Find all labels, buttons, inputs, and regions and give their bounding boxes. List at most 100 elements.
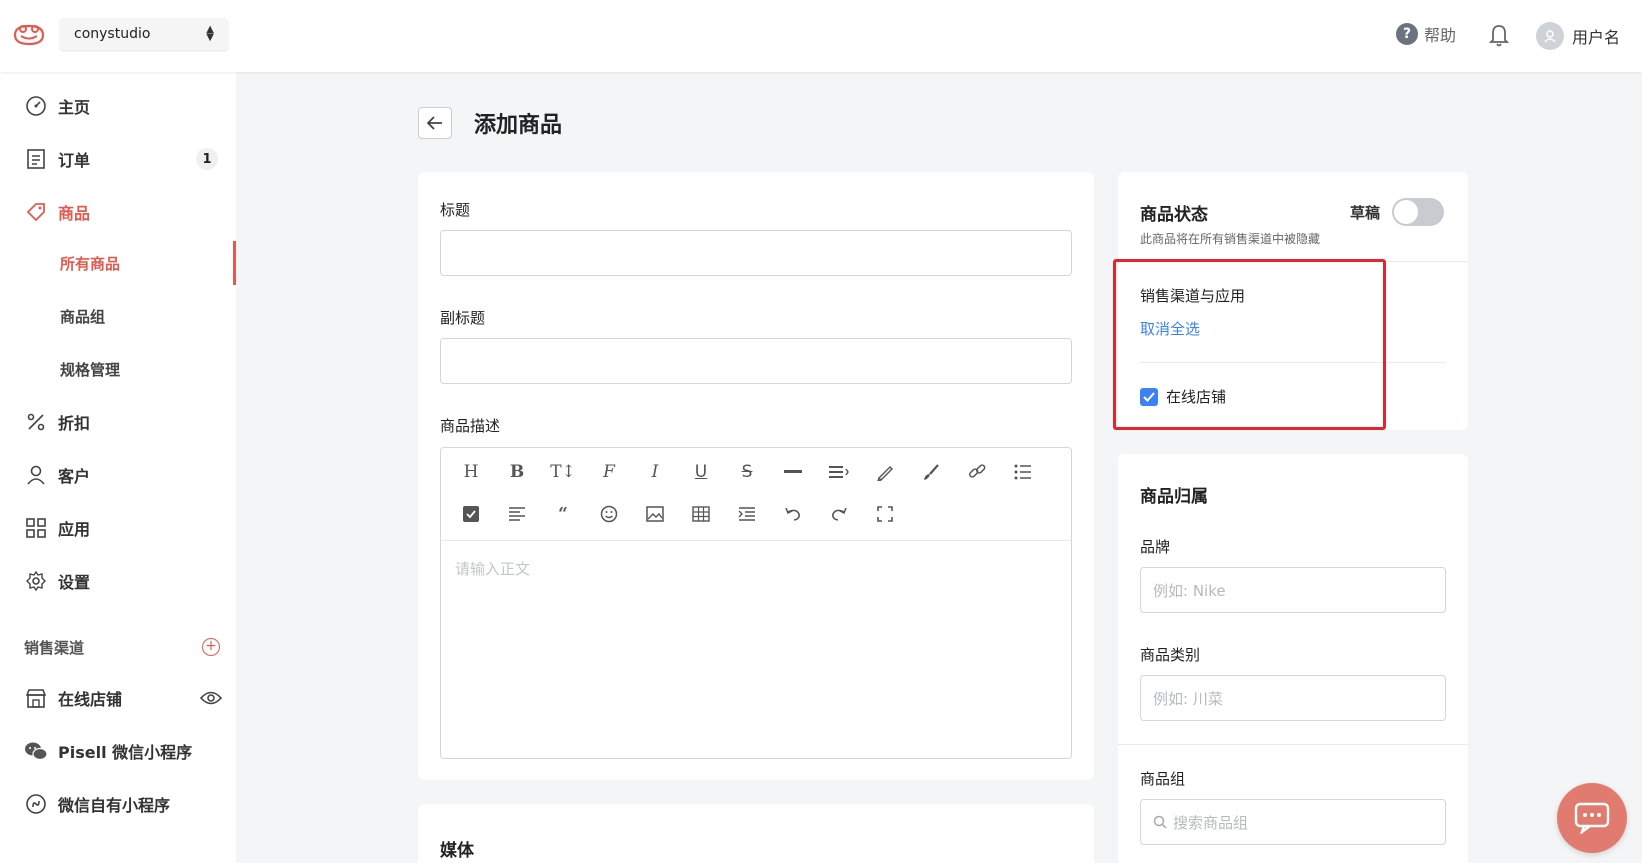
status-title: 商品状态 bbox=[1140, 205, 1208, 225]
apps-icon bbox=[24, 516, 48, 540]
title-label: 标题 bbox=[440, 201, 471, 219]
page-title: 添加商品 bbox=[474, 113, 563, 138]
back-button[interactable] bbox=[418, 107, 452, 139]
sidebar-item-orders[interactable]: 订单 1 bbox=[0, 139, 236, 179]
store-selector[interactable]: conystudio ▲ ▼ bbox=[60, 18, 228, 50]
checkbox-icon[interactable] bbox=[457, 500, 485, 528]
sidebar-channel-label: 在线店铺 bbox=[58, 690, 123, 709]
category-input[interactable]: 例如: 川菜 bbox=[1140, 675, 1446, 721]
media-card bbox=[418, 804, 1094, 863]
order-icon bbox=[24, 147, 48, 171]
strikethrough-icon[interactable]: S bbox=[733, 458, 761, 486]
chevron-updown-icon: ▲ ▼ bbox=[206, 24, 214, 43]
chat-icon bbox=[1574, 802, 1610, 834]
draft-label: 草稿 bbox=[1350, 204, 1381, 222]
sidebar-channel-label: Pisell 微信小程序 bbox=[58, 743, 193, 762]
help-icon: ? bbox=[1396, 23, 1418, 45]
image-icon[interactable] bbox=[641, 500, 669, 528]
description-label: 商品描述 bbox=[440, 417, 501, 435]
sidebar-item-products[interactable]: 商品 bbox=[0, 192, 236, 232]
sales-channels-title: 销售渠道 bbox=[24, 639, 85, 657]
sidebar-item-customers[interactable]: 客户 bbox=[0, 455, 236, 495]
line-height-icon[interactable] bbox=[825, 458, 853, 486]
sidebar-item-apps[interactable]: 应用 bbox=[0, 508, 236, 548]
indent-icon[interactable] bbox=[733, 500, 761, 528]
redo-icon[interactable] bbox=[825, 500, 853, 528]
publish-toggle[interactable] bbox=[1392, 198, 1444, 226]
tag-icon bbox=[24, 200, 48, 224]
sidebar-channel-online-store[interactable]: 在线店铺 bbox=[0, 678, 236, 718]
heading-icon[interactable]: H bbox=[457, 458, 485, 486]
emoji-icon[interactable] bbox=[595, 500, 623, 528]
editor-body-placeholder[interactable]: 请输入正文 bbox=[455, 558, 530, 579]
sidebar: 主页 订单 1 商品 所有商品 商品组 规格管理 折扣 客户 应用 设置 销售渠… bbox=[0, 72, 236, 863]
brush-icon[interactable] bbox=[917, 458, 945, 486]
store-icon bbox=[24, 686, 48, 710]
fullscreen-icon[interactable] bbox=[871, 500, 899, 528]
group-search-placeholder: 搜索商品组 bbox=[1173, 813, 1249, 832]
username: 用户名 bbox=[1572, 28, 1621, 47]
chat-button[interactable] bbox=[1557, 783, 1627, 853]
table-icon[interactable] bbox=[687, 500, 715, 528]
product-group-search[interactable]: 搜索商品组 bbox=[1140, 799, 1446, 845]
help-button[interactable]: ? 帮助 bbox=[1396, 22, 1456, 46]
sidebar-item-label: 客户 bbox=[58, 467, 91, 486]
status-subtitle: 此商品将在所有销售渠道中被隐藏 bbox=[1140, 232, 1321, 246]
sidebar-item-discounts[interactable]: 折扣 bbox=[0, 402, 236, 442]
link-icon[interactable] bbox=[963, 458, 991, 486]
quote-icon[interactable]: “ bbox=[549, 500, 577, 528]
add-channel-icon[interactable]: + bbox=[202, 638, 220, 656]
align-icon[interactable] bbox=[503, 500, 531, 528]
sidebar-item-label: 折扣 bbox=[58, 414, 91, 433]
search-icon bbox=[1153, 815, 1167, 829]
highlight-annotation-box bbox=[1113, 259, 1386, 430]
eye-icon[interactable] bbox=[200, 690, 222, 706]
brand-input[interactable]: 例如: Nike bbox=[1140, 567, 1446, 613]
sidebar-channel-wechat-mini-program[interactable]: 微信自有小程序 bbox=[0, 784, 236, 824]
sidebar-item-settings[interactable]: 设置 bbox=[0, 561, 236, 601]
top-bar: conystudio ▲ ▼ ? 帮助 用户名 bbox=[0, 0, 1642, 72]
text-color-icon[interactable] bbox=[871, 458, 899, 486]
user-icon bbox=[24, 463, 48, 487]
sidebar-item-label: 主页 bbox=[58, 98, 91, 117]
sidebar-item-label: 订单 bbox=[58, 151, 91, 170]
italic-icon[interactable]: I bbox=[641, 458, 669, 486]
sidebar-item-home[interactable]: 主页 bbox=[0, 86, 236, 126]
category-label: 商品类别 bbox=[1140, 646, 1201, 664]
mini-program-icon bbox=[24, 792, 48, 816]
undo-icon[interactable] bbox=[779, 500, 807, 528]
percent-icon bbox=[24, 410, 48, 434]
underline-icon[interactable]: U bbox=[687, 458, 715, 486]
sidebar-channel-pisell-wechat[interactable]: Pisell 微信小程序 bbox=[0, 731, 236, 771]
rich-text-editor: H B T↕ F I U S “ 请输入正文 bbox=[440, 447, 1072, 759]
subtitle-input[interactable] bbox=[440, 338, 1072, 384]
arrow-left-icon bbox=[427, 116, 442, 130]
category-placeholder: 例如: 川菜 bbox=[1153, 689, 1223, 708]
sidebar-subitem-product-groups[interactable]: 商品组 bbox=[0, 294, 236, 338]
brand-placeholder: 例如: Nike bbox=[1153, 581, 1226, 600]
toggle-knob bbox=[1394, 200, 1418, 224]
order-count-badge: 1 bbox=[196, 148, 218, 170]
sidebar-subitem-all-products[interactable]: 所有商品 bbox=[0, 241, 236, 285]
bell-icon[interactable] bbox=[1488, 22, 1510, 48]
ownership-divider bbox=[1118, 744, 1468, 745]
logo-icon[interactable] bbox=[12, 20, 46, 50]
sidebar-item-label: 应用 bbox=[58, 520, 91, 539]
editor-divider bbox=[441, 540, 1071, 541]
horizontal-rule-icon[interactable] bbox=[779, 458, 807, 486]
store-name: conystudio bbox=[74, 26, 151, 42]
user-menu[interactable]: 用户名 bbox=[1536, 22, 1620, 50]
sidebar-subitem-spec-management[interactable]: 规格管理 bbox=[0, 347, 236, 391]
bullet-list-icon[interactable] bbox=[1009, 458, 1037, 486]
media-title: 媒体 bbox=[440, 841, 474, 861]
font-family-icon[interactable]: F bbox=[595, 458, 623, 486]
bold-icon[interactable]: B bbox=[503, 458, 531, 486]
sidebar-subitem-label: 规格管理 bbox=[60, 360, 121, 379]
subtitle-label: 副标题 bbox=[440, 309, 486, 327]
sidebar-channel-label: 微信自有小程序 bbox=[58, 796, 171, 815]
sidebar-subitem-label: 所有商品 bbox=[60, 254, 121, 273]
ownership-title: 商品归属 bbox=[1140, 487, 1208, 507]
sidebar-item-label: 商品 bbox=[58, 204, 91, 223]
font-size-icon[interactable]: T↕ bbox=[549, 458, 577, 486]
title-input[interactable] bbox=[440, 230, 1072, 276]
